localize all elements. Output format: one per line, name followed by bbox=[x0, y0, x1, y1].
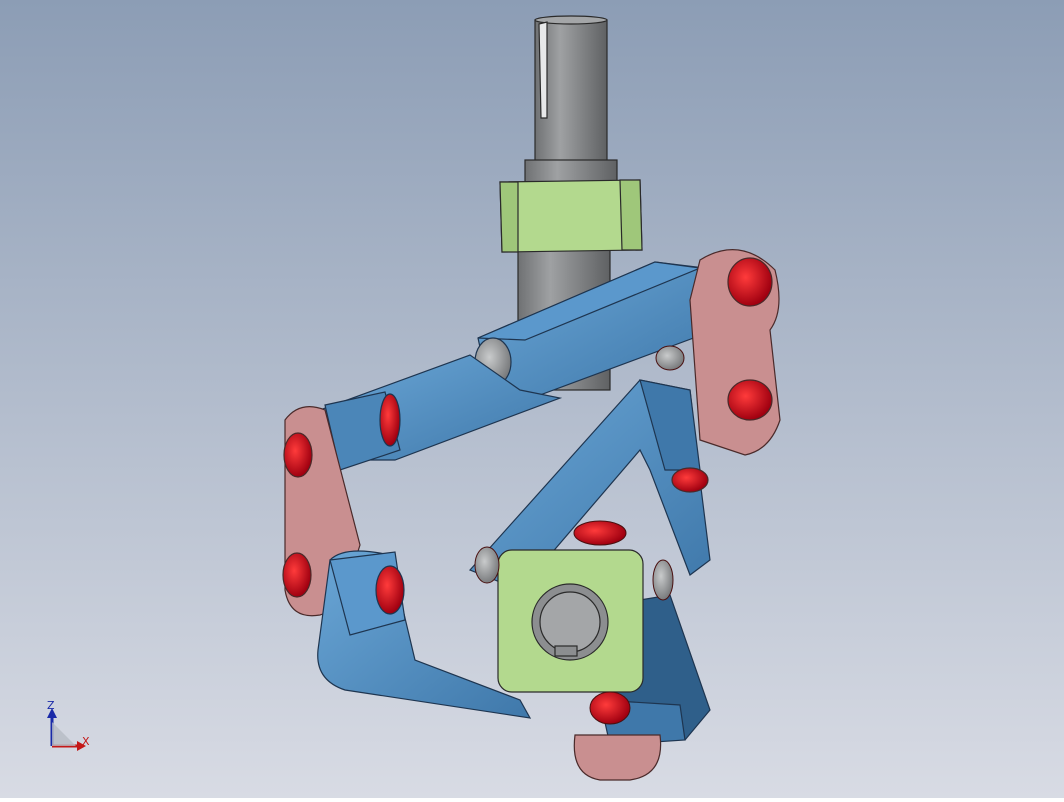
shaft-collar[interactable] bbox=[499, 179, 643, 253]
center-hub-block[interactable] bbox=[497, 549, 644, 693]
bottom-pink-roller[interactable] bbox=[573, 734, 662, 781]
model-canvas[interactable] bbox=[0, 0, 1064, 798]
triad-x-label: X bbox=[82, 735, 90, 748]
triad-z-label: Z bbox=[47, 699, 55, 712]
cad-viewport[interactable] bbox=[0, 0, 1064, 798]
